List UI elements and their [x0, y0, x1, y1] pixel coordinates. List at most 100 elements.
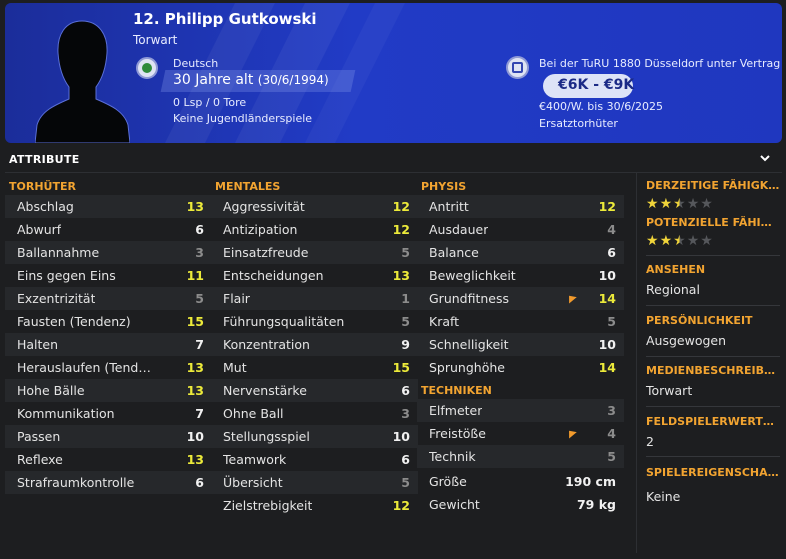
attribute-row[interactable]: Sprunghöhe 14	[417, 356, 624, 379]
international-apps: 0 Lsp / 0 Tore	[173, 96, 247, 109]
player-name[interactable]: 12. Philipp Gutkowski	[133, 10, 317, 28]
reputation-title: ANSEHEN	[646, 263, 706, 276]
attribute-row[interactable]: Ausdauer 4	[417, 218, 624, 241]
attribute-row[interactable]: Konzentration 9	[211, 333, 418, 356]
chevron-down-icon[interactable]	[759, 152, 771, 164]
attribute-value: 5	[607, 314, 616, 329]
attribute-row[interactable]: Hohe Bälle 13	[5, 379, 212, 402]
attribute-row[interactable]: Stellungsspiel 10	[211, 425, 418, 448]
goalkeeping-column: TORHÜTER Abschlag 13 Abwurf 6 Ballannahme 3 Ei…	[5, 179, 212, 494]
attribute-row[interactable]: Größe 190 cm	[417, 470, 624, 493]
attribute-label: Abschlag	[17, 199, 74, 214]
technical-rows: Elfmeter 3 Freistöße 4 Technik 5	[417, 399, 624, 468]
attribute-label: Kommunikation	[17, 406, 115, 421]
attribute-row[interactable]: Abwurf 6	[5, 218, 212, 241]
attribute-label: Teamwork	[223, 452, 287, 467]
technical-title: TECHNIKEN	[421, 384, 492, 397]
attribute-row[interactable]: Technik 5	[417, 445, 624, 468]
attribute-label: Antizipation	[223, 222, 298, 237]
contract-club[interactable]: Bei der TuRU 1880 Düsseldorf unter Vertr…	[539, 57, 780, 70]
attribute-row[interactable]: Abschlag 13	[5, 195, 212, 218]
personality-value: Ausgewogen	[646, 333, 727, 348]
attribute-label: Passen	[17, 429, 61, 444]
attribute-value: 7	[195, 337, 204, 352]
attribute-row[interactable]: Herauslaufen (Tende… 13	[5, 356, 212, 379]
attribute-row[interactable]: Fausten (Tendenz) 15	[5, 310, 212, 333]
attribute-row[interactable]: Kommunikation 7	[5, 402, 212, 425]
mental-rows: Aggressivität 12 Antizipation 12 Einsatzfreu…	[211, 195, 418, 517]
attribute-row[interactable]: Halten 7	[5, 333, 212, 356]
attribute-row[interactable]: Exzentrizität 5	[5, 287, 212, 310]
attribute-value: 10	[598, 268, 616, 283]
attribute-row[interactable]: Schnelligkeit 10	[417, 333, 624, 356]
attribute-row[interactable]: Mut 15	[211, 356, 418, 379]
current-ability[interactable]: DERZEITIGE FÄHIGKEIT ★ ★ ★ ★ ★	[646, 179, 780, 211]
attribute-label: Antritt	[429, 199, 469, 214]
attribute-label: Hohe Bälle	[17, 383, 85, 398]
attribute-label: Nervenstärke	[223, 383, 307, 398]
attribute-row[interactable]: Entscheidungen 13	[211, 264, 418, 287]
personality-title: PERSÖNLICHKEIT	[646, 314, 753, 327]
attribute-row[interactable]: Reflexe 13	[5, 448, 212, 471]
attribute-row[interactable]: Freistöße 4	[417, 422, 624, 445]
attribute-label: Gewicht	[429, 497, 480, 512]
attribute-row[interactable]: Grundfitness 14	[417, 287, 624, 310]
player-silhouette-icon	[35, 20, 130, 143]
attribute-value: 4	[607, 222, 616, 237]
attribute-label: Grundfitness	[429, 291, 510, 306]
star-icon: ★	[673, 233, 686, 249]
date-of-birth: (30/6/1994)	[257, 73, 329, 87]
attribute-row[interactable]: Balance 6	[417, 241, 624, 264]
physical-title: PHYSIS	[421, 180, 467, 193]
attribute-row[interactable]: Elfmeter 3	[417, 399, 624, 422]
physical-rows: Antritt 12 Ausdauer 4 Balance 6 Beweglichkeit 1…	[417, 195, 624, 379]
attribute-row[interactable]: Ohne Ball 3	[211, 402, 418, 425]
attribute-row[interactable]: Nervenstärke 6	[211, 379, 418, 402]
star-icon: ★	[686, 233, 700, 249]
attribute-value: 4	[607, 426, 616, 441]
star-icon: ★	[700, 196, 713, 212]
attribute-label: Aggressivität	[223, 199, 305, 214]
attribute-row[interactable]: Beweglichkeit 10	[417, 264, 624, 287]
nation-flag-icon[interactable]	[136, 57, 158, 79]
attribute-value: 5	[607, 449, 616, 464]
mental-column: MENTALES Aggressivität 12 Antizipation 12 Ei…	[211, 179, 418, 517]
outfield-rating: FELDSPIELERWERT… 2	[646, 415, 780, 449]
attribute-row[interactable]: Antritt 12	[417, 195, 624, 218]
reputation: ANSEHEN Regional	[646, 263, 780, 297]
attribute-row[interactable]: Kraft 5	[417, 310, 624, 333]
player-traits[interactable]: SPIELEREIGENSCHAFT Keine	[646, 466, 780, 504]
attribute-row[interactable]: Einsatzfreude 5	[211, 241, 418, 264]
attributes-title: ATTRIBUTE	[9, 153, 80, 166]
attribute-row[interactable]: Passen 10	[5, 425, 212, 448]
attribute-value: 1	[401, 291, 410, 306]
attribute-row[interactable]: Ballannahme 3	[5, 241, 212, 264]
attribute-row[interactable]: Zielstrebigkeit 12	[211, 494, 418, 517]
player-position: Torwart	[133, 33, 178, 47]
potential-ability[interactable]: POTENZIELLE FÄHIGK… ★ ★ ★ ★ ★	[646, 216, 780, 248]
attribute-row[interactable]: Flair 1	[211, 287, 418, 310]
attribute-row[interactable]: Übersicht 5	[211, 471, 418, 494]
current-ability-title: DERZEITIGE FÄHIGKEIT	[646, 179, 780, 192]
attribute-label: Eins gegen Eins	[17, 268, 116, 283]
reputation-value: Regional	[646, 282, 700, 297]
attribute-row[interactable]: Eins gegen Eins 11	[5, 264, 212, 287]
attribute-row[interactable]: Teamwork 6	[211, 448, 418, 471]
divider	[646, 305, 780, 306]
attribute-value: 9	[401, 337, 410, 352]
attribute-row[interactable]: Antizipation 12	[211, 218, 418, 241]
club-badge-icon[interactable]	[506, 56, 529, 79]
attribute-row[interactable]: Führungsqualitäten 5	[211, 310, 418, 333]
attribute-row[interactable]: Strafraumkontrolle 6	[5, 471, 212, 494]
attribute-label: Ballannahme	[17, 245, 100, 260]
potential-ability-title: POTENZIELLE FÄHIGK…	[646, 216, 780, 229]
attribute-value: 11	[186, 268, 204, 283]
attribute-value: 10	[392, 429, 410, 444]
divider	[646, 255, 780, 256]
age-years: 30 Jahre alt	[173, 72, 254, 88]
star-icon: ★	[673, 196, 686, 212]
divider	[646, 456, 780, 457]
attribute-label: Halten	[17, 337, 59, 352]
attribute-row[interactable]: Aggressivität 12	[211, 195, 418, 218]
attribute-row[interactable]: Gewicht 79 kg	[417, 493, 624, 516]
